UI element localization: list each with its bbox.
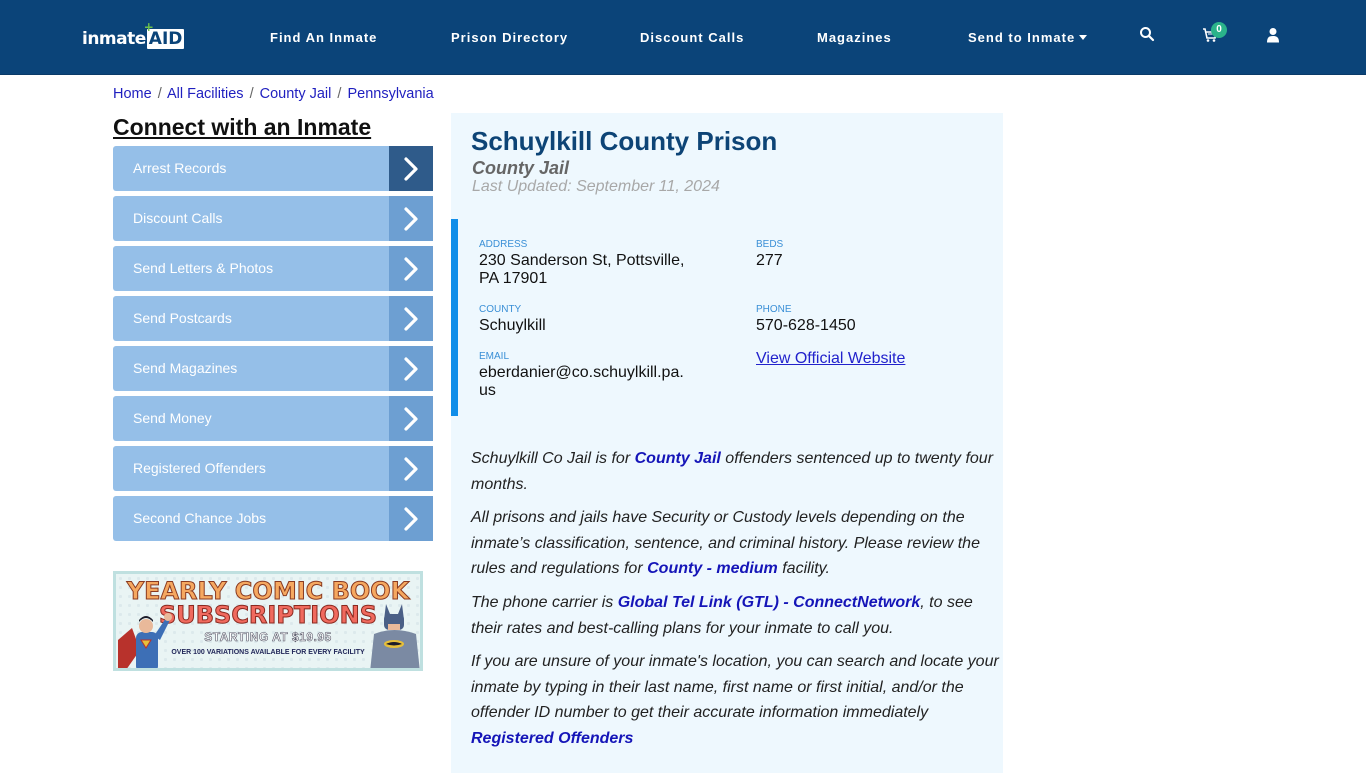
facility-type: County Jail [472, 158, 570, 178]
sidebar-item-label: Second Chance Jobs [133, 510, 267, 526]
facility-info-box: ADDRESS 230 Sanderson St, Pottsville, PA… [451, 219, 1003, 416]
breadcrumb-all-facilities[interactable]: All Facilities [167, 86, 244, 102]
phone-label: PHONE [756, 304, 792, 315]
sidebar-item-send-money[interactable]: Send Money [113, 396, 433, 441]
para-text: facility. [777, 560, 830, 578]
chevron-right-icon [389, 496, 433, 541]
caret-down-icon [1079, 35, 1088, 41]
breadcrumb-separator: / [337, 86, 342, 102]
breadcrumb-separator: / [157, 86, 162, 102]
nav-prison-directory[interactable]: Prison Directory [451, 29, 568, 47]
sidebar-item-send-postcards[interactable]: Send Postcards [113, 296, 433, 341]
batman-illustration-icon [370, 604, 420, 668]
county-medium-link[interactable]: County - medium [647, 560, 778, 577]
nav-send-to-inmate[interactable]: Send to Inmate [968, 29, 1088, 47]
email-line1: eberdanier@co.schuylkill.pa. [479, 364, 684, 381]
para-text: The phone carrier is [471, 594, 618, 611]
sidebar-item-send-letters-photos[interactable]: Send Letters & Photos [113, 246, 433, 291]
chevron-right-icon [389, 146, 433, 191]
facility-name: Schuylkill County Prison [471, 126, 778, 156]
registered-offenders-link[interactable]: Registered Offenders [471, 730, 633, 747]
email-line2: us [479, 382, 496, 399]
county-value: Schuylkill [479, 317, 546, 334]
county-jail-link[interactable]: County Jail [635, 450, 721, 467]
sidebar-item-label: Registered Offenders [133, 460, 266, 476]
chevron-right-icon [389, 396, 433, 441]
logo-text: inmate [82, 29, 146, 49]
sidebar-item-label: Arrest Records [133, 160, 227, 176]
sidebar-item-registered-offenders[interactable]: Registered Offenders [113, 446, 433, 491]
top-navbar: inmate + AID Find An Inmate Prison Direct… [0, 0, 1366, 75]
paragraph-security-levels: All prisons and jails have Security or C… [471, 505, 999, 582]
chevron-right-icon [389, 246, 433, 291]
beds-label: BEDS [756, 239, 784, 250]
address-label: ADDRESS [479, 239, 528, 250]
nav-discount-calls[interactable]: Discount Calls [640, 29, 744, 47]
breadcrumb-pennsylvania[interactable]: Pennsylvania [347, 86, 433, 102]
sidebar-item-label: Send Money [133, 410, 212, 426]
county-label: COUNTY [479, 304, 522, 315]
sidebar-item-label: Send Magazines [133, 360, 238, 376]
sidebar-menu: Arrest Records Discount Calls Send Lette… [113, 146, 433, 546]
para-text: If you are unsure of your inmate's locat… [471, 653, 999, 722]
sidebar-item-label: Send Postcards [133, 310, 232, 326]
nav-send-to-inmate-label: Send to Inmate [968, 30, 1076, 45]
sidebar-item-second-chance-jobs[interactable]: Second Chance Jobs [113, 496, 433, 541]
chevron-right-icon [389, 296, 433, 341]
paragraph-sentence-info: Schuylkill Co Jail is for County Jail of… [471, 446, 999, 497]
cart-count-badge: 0 [1211, 22, 1227, 38]
sidebar-item-arrest-records[interactable]: Arrest Records [113, 146, 433, 191]
nav-magazines[interactable]: Magazines [817, 29, 892, 47]
logo-plus-icon: + [143, 20, 154, 34]
breadcrumb-county-jail[interactable]: County Jail [260, 86, 332, 102]
comic-subscription-ad-banner[interactable]: YEARLY COMIC BOOK SUBSCRIPTIONS STARTING… [113, 571, 423, 671]
view-official-website-link[interactable]: View Official Website [756, 350, 905, 368]
chevron-right-icon [389, 196, 433, 241]
facility-panel: Schuylkill County Prison County Jail Las… [451, 113, 1003, 773]
para-text: Schuylkill Co Jail is for [471, 450, 635, 467]
beds-value: 277 [756, 252, 783, 269]
sidebar-title: Connect with an Inmate [113, 114, 372, 140]
breadcrumb-home[interactable]: Home [113, 86, 152, 102]
superhero-illustration-icon [118, 613, 172, 668]
chevron-right-icon [389, 446, 433, 491]
sidebar-item-discount-calls[interactable]: Discount Calls [113, 196, 433, 241]
user-icon[interactable] [1266, 27, 1286, 47]
address-line2: PA 17901 [479, 270, 548, 287]
chevron-right-icon [389, 346, 433, 391]
sidebar-item-label: Discount Calls [133, 210, 223, 226]
sidebar-item-send-magazines[interactable]: Send Magazines [113, 346, 433, 391]
address-line1: 230 Sanderson St, Pottsville, [479, 252, 685, 269]
email-label: EMAIL [479, 351, 510, 362]
breadcrumb-separator: / [249, 86, 254, 102]
gtl-connectnetwork-link[interactable]: Global Tel Link (GTL) - ConnectNetwork [618, 594, 921, 611]
paragraph-search-inmate: If you are unsure of your inmate's locat… [471, 649, 999, 751]
phone-value: 570-628-1450 [756, 317, 856, 334]
last-updated: Last Updated: September 11, 2024 [472, 178, 720, 195]
sidebar-item-label: Send Letters & Photos [133, 260, 274, 276]
nav-find-an-inmate[interactable]: Find An Inmate [270, 29, 377, 47]
breadcrumb: Home / All Facilities / County Jail / Pe… [113, 85, 434, 103]
search-icon[interactable] [1139, 26, 1159, 46]
logo-aid: + AID [144, 21, 185, 49]
paragraph-phone-carrier: The phone carrier is Global Tel Link (GT… [471, 590, 999, 641]
inmateaid-logo[interactable]: inmate + AID [82, 21, 185, 49]
